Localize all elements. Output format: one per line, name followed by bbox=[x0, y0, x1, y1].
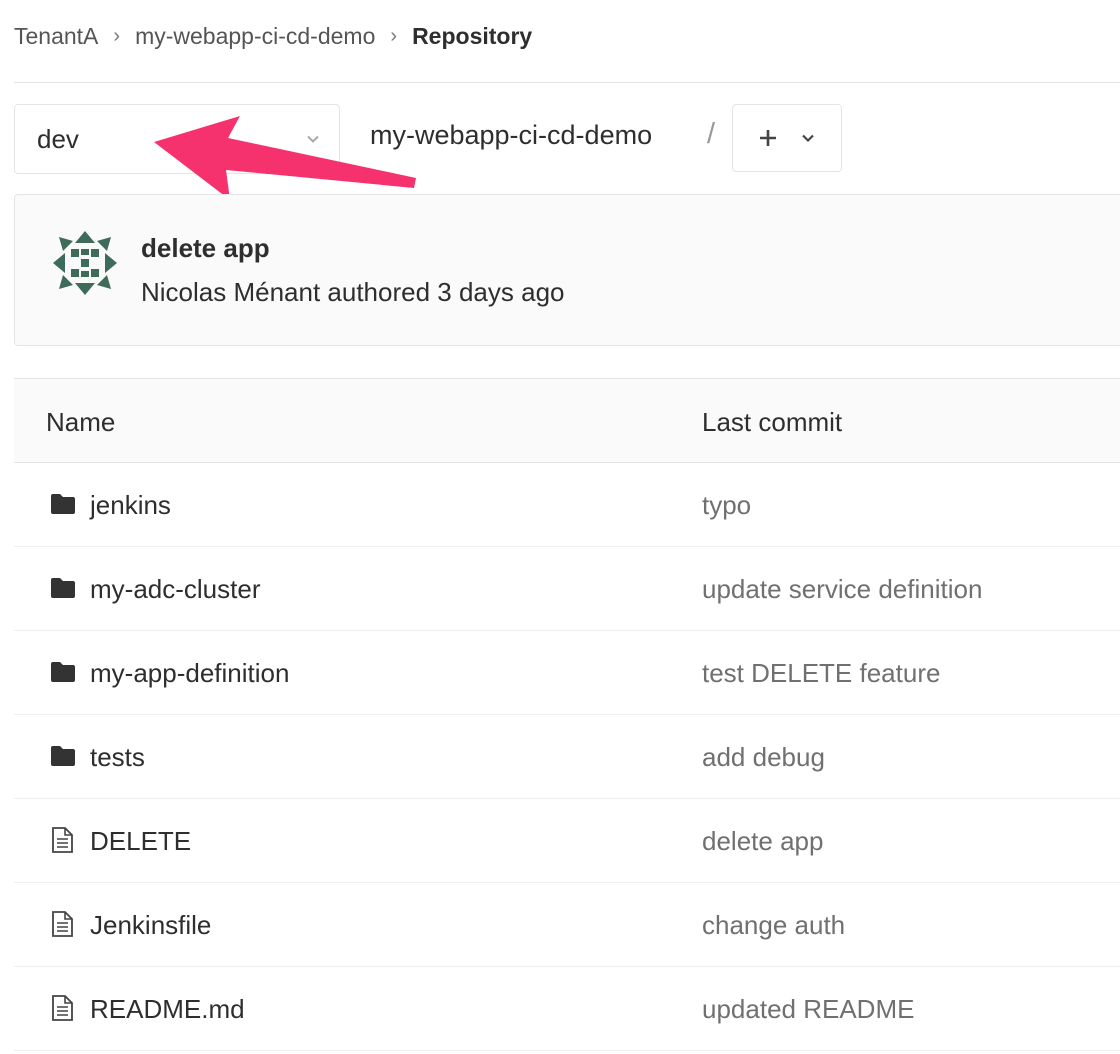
file-text-icon bbox=[52, 911, 73, 937]
file-name-link[interactable]: DELETE bbox=[90, 826, 191, 857]
repository-page: TenantA › my-webapp-ci-cd-demo › Reposit… bbox=[0, 0, 1120, 1054]
add-file-dropdown-button[interactable] bbox=[732, 104, 842, 172]
table-row[interactable]: my-adc-cluster update service definition bbox=[14, 547, 1120, 631]
divider bbox=[14, 82, 1120, 83]
table-header: Name Last commit bbox=[14, 379, 1120, 463]
commit-message-link[interactable]: test DELETE feature bbox=[702, 658, 940, 689]
tree-path-separator: / bbox=[707, 118, 716, 150]
file-name-link[interactable]: Jenkinsfile bbox=[90, 910, 211, 941]
last-commit-panel: delete app Nicolas Ménant authored 3 day… bbox=[14, 194, 1120, 346]
commit-message-link[interactable]: typo bbox=[702, 490, 751, 521]
commit-message-link[interactable]: delete app bbox=[702, 826, 823, 857]
chevron-down-icon bbox=[802, 134, 814, 143]
breadcrumb-separator: › bbox=[113, 24, 121, 47]
annotation-arrow-icon bbox=[154, 116, 416, 200]
table-row[interactable]: README.md updated README bbox=[14, 967, 1120, 1051]
breadcrumb-tenant-link[interactable]: TenantA bbox=[14, 23, 98, 50]
file-tree-table: Name Last commit jenkins typo my-adc-clu… bbox=[14, 378, 1120, 1051]
table-row[interactable]: tests add debug bbox=[14, 715, 1120, 799]
table-row[interactable]: DELETE delete app bbox=[14, 799, 1120, 883]
breadcrumb: TenantA › my-webapp-ci-cd-demo › Reposit… bbox=[14, 20, 532, 52]
file-name-link[interactable]: my-adc-cluster bbox=[90, 574, 260, 605]
folder-icon bbox=[51, 494, 75, 514]
table-row[interactable]: my-app-definition test DELETE feature bbox=[14, 631, 1120, 715]
file-text-icon bbox=[52, 995, 73, 1021]
folder-icon bbox=[51, 746, 75, 766]
commit-message-link[interactable]: change auth bbox=[702, 910, 845, 941]
breadcrumb-current: Repository bbox=[412, 22, 533, 49]
last-commit-title-link[interactable]: delete app bbox=[141, 233, 270, 264]
folder-icon bbox=[51, 578, 75, 598]
table-row[interactable]: jenkins typo bbox=[14, 463, 1120, 547]
column-header-name: Name bbox=[46, 407, 116, 437]
file-name-link[interactable]: tests bbox=[90, 742, 145, 773]
commit-message-link[interactable]: updated README bbox=[702, 994, 914, 1025]
plus-icon bbox=[760, 130, 776, 146]
table-row[interactable]: Jenkinsfile change auth bbox=[14, 883, 1120, 967]
file-text-icon bbox=[52, 827, 73, 853]
branch-select-value: dev bbox=[37, 123, 79, 154]
commit-message-link[interactable]: add debug bbox=[702, 742, 825, 773]
folder-icon bbox=[51, 662, 75, 682]
column-header-last-commit: Last commit bbox=[702, 407, 843, 437]
breadcrumb-project-link[interactable]: my-webapp-ci-cd-demo bbox=[135, 23, 375, 50]
commit-message-link[interactable]: update service definition bbox=[702, 574, 982, 605]
file-name-link[interactable]: README.md bbox=[90, 994, 245, 1025]
file-name-link[interactable]: jenkins bbox=[90, 490, 171, 521]
breadcrumb-separator: › bbox=[390, 24, 398, 47]
last-commit-meta: Nicolas Ménant authored 3 days ago bbox=[141, 277, 565, 307]
identicon-avatar[interactable] bbox=[51, 229, 119, 297]
file-name-link[interactable]: my-app-definition bbox=[90, 658, 289, 689]
